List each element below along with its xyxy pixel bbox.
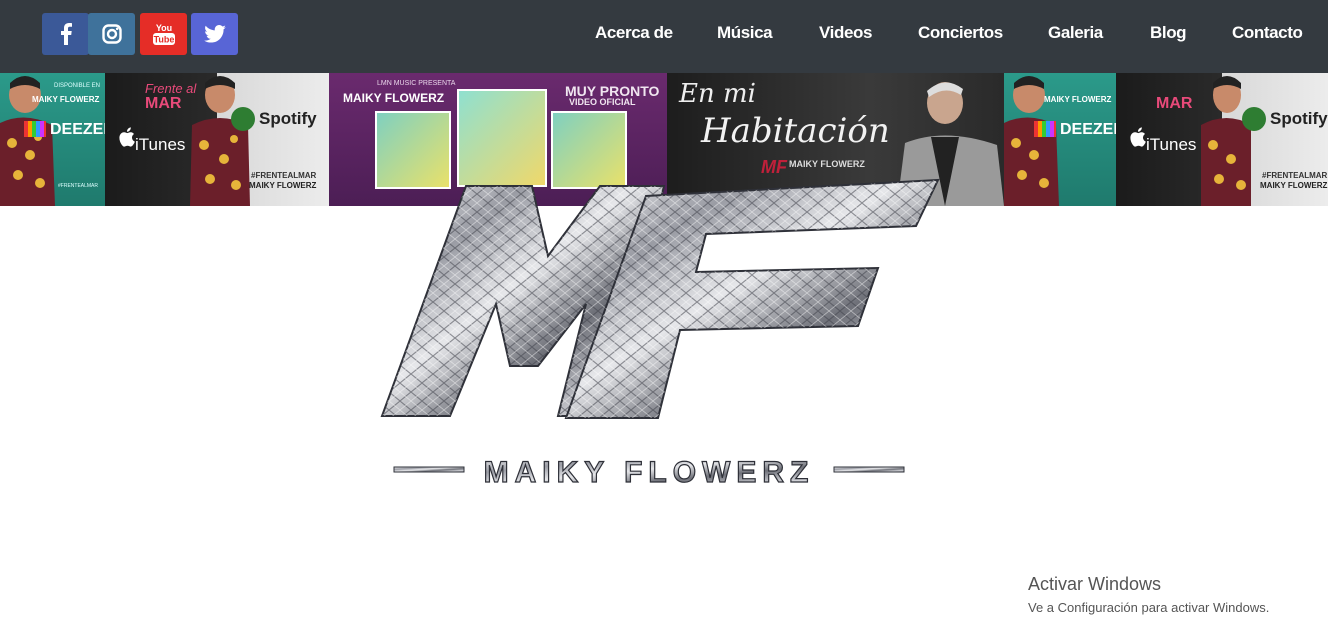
facebook-button[interactable] bbox=[42, 13, 89, 55]
panel4-mark: MF bbox=[761, 157, 787, 177]
panel3-presenter: LMN MUSIC PRESENTA bbox=[377, 80, 456, 87]
banner-panel-itunes-2: MAR iTunes Spotify #FRENTEALMAR MAIKY FL… bbox=[1116, 73, 1328, 206]
panel1-artist: MAIKY FLOWERZ bbox=[32, 95, 100, 104]
panel6-title: MAR bbox=[1156, 95, 1193, 112]
panel5-artist: MAIKY FLOWERZ bbox=[1044, 95, 1112, 104]
artist-photo bbox=[0, 76, 55, 206]
banner-panel-deezer: DISPONIBLE EN MAIKY FLOWERZ DEEZER #FREN… bbox=[0, 73, 105, 206]
nav-contacto[interactable]: Contacto bbox=[1232, 0, 1303, 66]
spotify-icon bbox=[1242, 107, 1266, 131]
nav-conciertos[interactable]: Conciertos bbox=[918, 0, 1003, 66]
artist-photo bbox=[190, 76, 250, 206]
nav-musica[interactable]: Música bbox=[717, 0, 773, 66]
panel6-hashtag: #FRENTEALMAR bbox=[1262, 171, 1328, 180]
panel4-script2: Habitación bbox=[701, 111, 890, 151]
panel2-hashtag: #FRENTEALMAR bbox=[251, 171, 317, 180]
panel2-service2: Spotify bbox=[259, 109, 317, 128]
apple-icon bbox=[119, 127, 135, 147]
spotify-icon bbox=[231, 107, 255, 131]
artist-photo bbox=[1201, 76, 1251, 206]
panel6-service: iTunes bbox=[1146, 135, 1197, 154]
windows-activation-watermark: Activar Windows Ve a Configuración para … bbox=[1028, 574, 1269, 615]
svg-text:Tube: Tube bbox=[153, 35, 174, 45]
panel6-artist: MAIKY FLOWERZ bbox=[1260, 181, 1328, 190]
youtube-button[interactable]: You Tube bbox=[140, 13, 187, 55]
panel1-hashtag: #FRENTEALMAR bbox=[58, 183, 99, 189]
top-navbar: You Tube Acerca de Música Videos Concier… bbox=[0, 0, 1328, 73]
youtube-icon: You Tube bbox=[152, 23, 175, 45]
panel2-service: iTunes bbox=[135, 135, 186, 154]
artist-photo bbox=[1004, 76, 1059, 206]
watermark-subtitle: Ve a Configuración para activar Windows. bbox=[1028, 600, 1270, 615]
artist-logo: MAIKY FLOWERZ bbox=[378, 176, 944, 496]
instagram-button[interactable] bbox=[88, 13, 135, 55]
panel3-soon2: VIDEO OFICIAL bbox=[569, 97, 636, 107]
nav-galeria[interactable]: Galeria bbox=[1048, 0, 1103, 66]
twitter-icon bbox=[203, 25, 226, 43]
panel3-artist: MAIKY FLOWERZ bbox=[343, 91, 445, 105]
panel2-artist: MAIKY FLOWERZ bbox=[249, 181, 317, 190]
panel4-script1: En mi bbox=[679, 79, 756, 109]
instagram-icon bbox=[101, 24, 122, 44]
logo-name: MAIKY FLOWERZ bbox=[484, 456, 815, 489]
watermark-title: Activar Windows bbox=[1028, 574, 1162, 594]
banner-panel-itunes: Frente al MAR iTunes Spotify #FRENTEALMA… bbox=[105, 73, 329, 206]
apple-icon bbox=[1130, 127, 1146, 147]
panel5-service: DEEZER bbox=[1060, 121, 1116, 138]
banner-panel-deezer-2: MAIKY FLOWERZ DEEZER bbox=[1004, 73, 1116, 206]
panel4-artist: MAIKY FLOWERZ bbox=[789, 159, 865, 169]
panel6-service2: Spotify bbox=[1270, 109, 1328, 128]
panel2-title: MAR bbox=[145, 95, 182, 112]
nav-blog[interactable]: Blog bbox=[1150, 0, 1187, 66]
panel1-service: DEEZER bbox=[50, 121, 105, 138]
twitter-button[interactable] bbox=[191, 13, 238, 55]
nav-acerca-de[interactable]: Acerca de bbox=[595, 0, 673, 66]
nav-videos[interactable]: Videos bbox=[819, 0, 872, 66]
deezer-icon bbox=[24, 121, 46, 137]
deezer-icon bbox=[1034, 121, 1056, 137]
mf-monogram-logo: MAIKY FLOWERZ bbox=[380, 178, 940, 490]
panel2-title-script: Frente al bbox=[145, 81, 197, 96]
facebook-icon bbox=[60, 23, 72, 45]
album-cover bbox=[457, 89, 547, 187]
panel1-tag: DISPONIBLE EN bbox=[54, 83, 101, 89]
svg-text:You: You bbox=[155, 23, 171, 33]
